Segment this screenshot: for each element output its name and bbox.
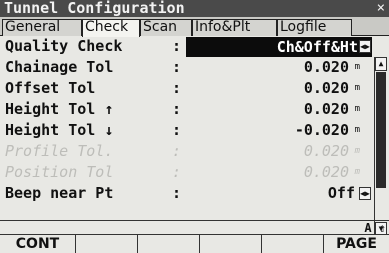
chainage-tol-value[interactable]: 0.020	[304, 57, 349, 78]
tab-general[interactable]: General	[2, 19, 82, 36]
offset-tol-value[interactable]: 0.020	[304, 78, 349, 99]
separator-colon: :	[172, 58, 182, 76]
row-height-tol-down[interactable]: Height Tol ↓ : -0.020 m	[0, 120, 372, 141]
profile-tol-label: Profile Tol.	[5, 142, 114, 160]
position-tol-value: 0.020	[303, 163, 349, 181]
row-position-tol: Position Tol : 0.020 m	[0, 162, 372, 183]
height-tol-up-label: Height Tol ↑	[5, 100, 114, 118]
separator-colon: :	[172, 184, 182, 202]
position-tol-label: Position Tol	[5, 163, 114, 181]
scroll-thumb[interactable]	[376, 72, 386, 188]
softkey-f4[interactable]	[200, 235, 262, 253]
separator-colon: :	[172, 79, 182, 97]
chainage-tol-label: Chainage Tol	[5, 58, 114, 76]
tab-scan[interactable]: Scan	[140, 19, 192, 36]
tab-info-plt[interactable]: Info&Plt	[192, 19, 277, 36]
quality-check-select[interactable]: Ch&Off&Ht	[186, 37, 372, 57]
unit-label: m	[354, 83, 360, 93]
cont-softkey[interactable]: CONT	[0, 235, 76, 253]
list-arrows-icon[interactable]: ◀▶	[359, 187, 371, 200]
softkey-f2[interactable]	[76, 235, 138, 253]
row-beep-near-pt[interactable]: Beep near Pt : Off ◀▶	[0, 183, 372, 204]
unit-label: m	[354, 104, 360, 114]
list-arrows-icon[interactable]: ◀▶	[359, 40, 371, 53]
separator-colon: :	[172, 121, 182, 139]
unit-label: m	[354, 125, 360, 135]
softkey-bar: CONT PAGE	[0, 234, 389, 253]
softkey-f5[interactable]	[262, 235, 324, 253]
unit-label: m	[354, 146, 360, 156]
softkey-f3[interactable]	[138, 235, 200, 253]
profile-tol-value: 0.020	[303, 142, 349, 160]
height-tol-down-value[interactable]: -0.020	[295, 120, 349, 141]
page-softkey[interactable]: PAGE	[324, 235, 389, 253]
row-height-tol-up[interactable]: Height Tol ↑ : 0.020 m	[0, 99, 372, 120]
window-title: Tunnel Configuration	[4, 0, 185, 17]
separator-colon: :	[172, 37, 182, 55]
unit-label: m	[354, 167, 360, 177]
tab-bar: General Check Scan Info&Plt Logfile	[0, 17, 389, 37]
status-line: A ⇧	[0, 220, 389, 235]
scroll-up-icon[interactable]: ▲	[375, 57, 387, 71]
height-tol-down-label: Height Tol ↓	[5, 121, 114, 139]
settings-list: Quality Check : Ch&Off&Ht ◀▶ Chainage To…	[0, 36, 372, 204]
vertical-scrollbar[interactable]: ▲ ▼	[374, 57, 387, 236]
row-offset-tol[interactable]: Offset Tol : 0.020 m	[0, 78, 372, 99]
input-mode-indicator: A ⇧	[364, 221, 386, 235]
row-profile-tol: Profile Tol. : 0.020 m	[0, 141, 372, 162]
row-chainage-tol[interactable]: Chainage Tol : 0.020 m	[0, 57, 372, 78]
quality-check-label: Quality Check	[5, 37, 123, 55]
close-icon[interactable]: ×	[377, 0, 385, 17]
separator-colon: :	[172, 142, 182, 160]
row-quality-check[interactable]: Quality Check : Ch&Off&Ht ◀▶	[0, 36, 372, 57]
tab-logfile[interactable]: Logfile	[277, 19, 352, 36]
separator-colon: :	[172, 163, 182, 181]
tab-check[interactable]: Check	[82, 19, 140, 37]
title-bar: Tunnel Configuration ×	[0, 0, 389, 17]
height-tol-up-value[interactable]: 0.020	[304, 99, 349, 120]
beep-near-pt-value[interactable]: Off	[328, 183, 355, 204]
unit-label: m	[354, 62, 360, 72]
separator-colon: :	[172, 100, 182, 118]
offset-tol-label: Offset Tol	[5, 79, 96, 97]
beep-near-pt-label: Beep near Pt	[5, 184, 114, 202]
